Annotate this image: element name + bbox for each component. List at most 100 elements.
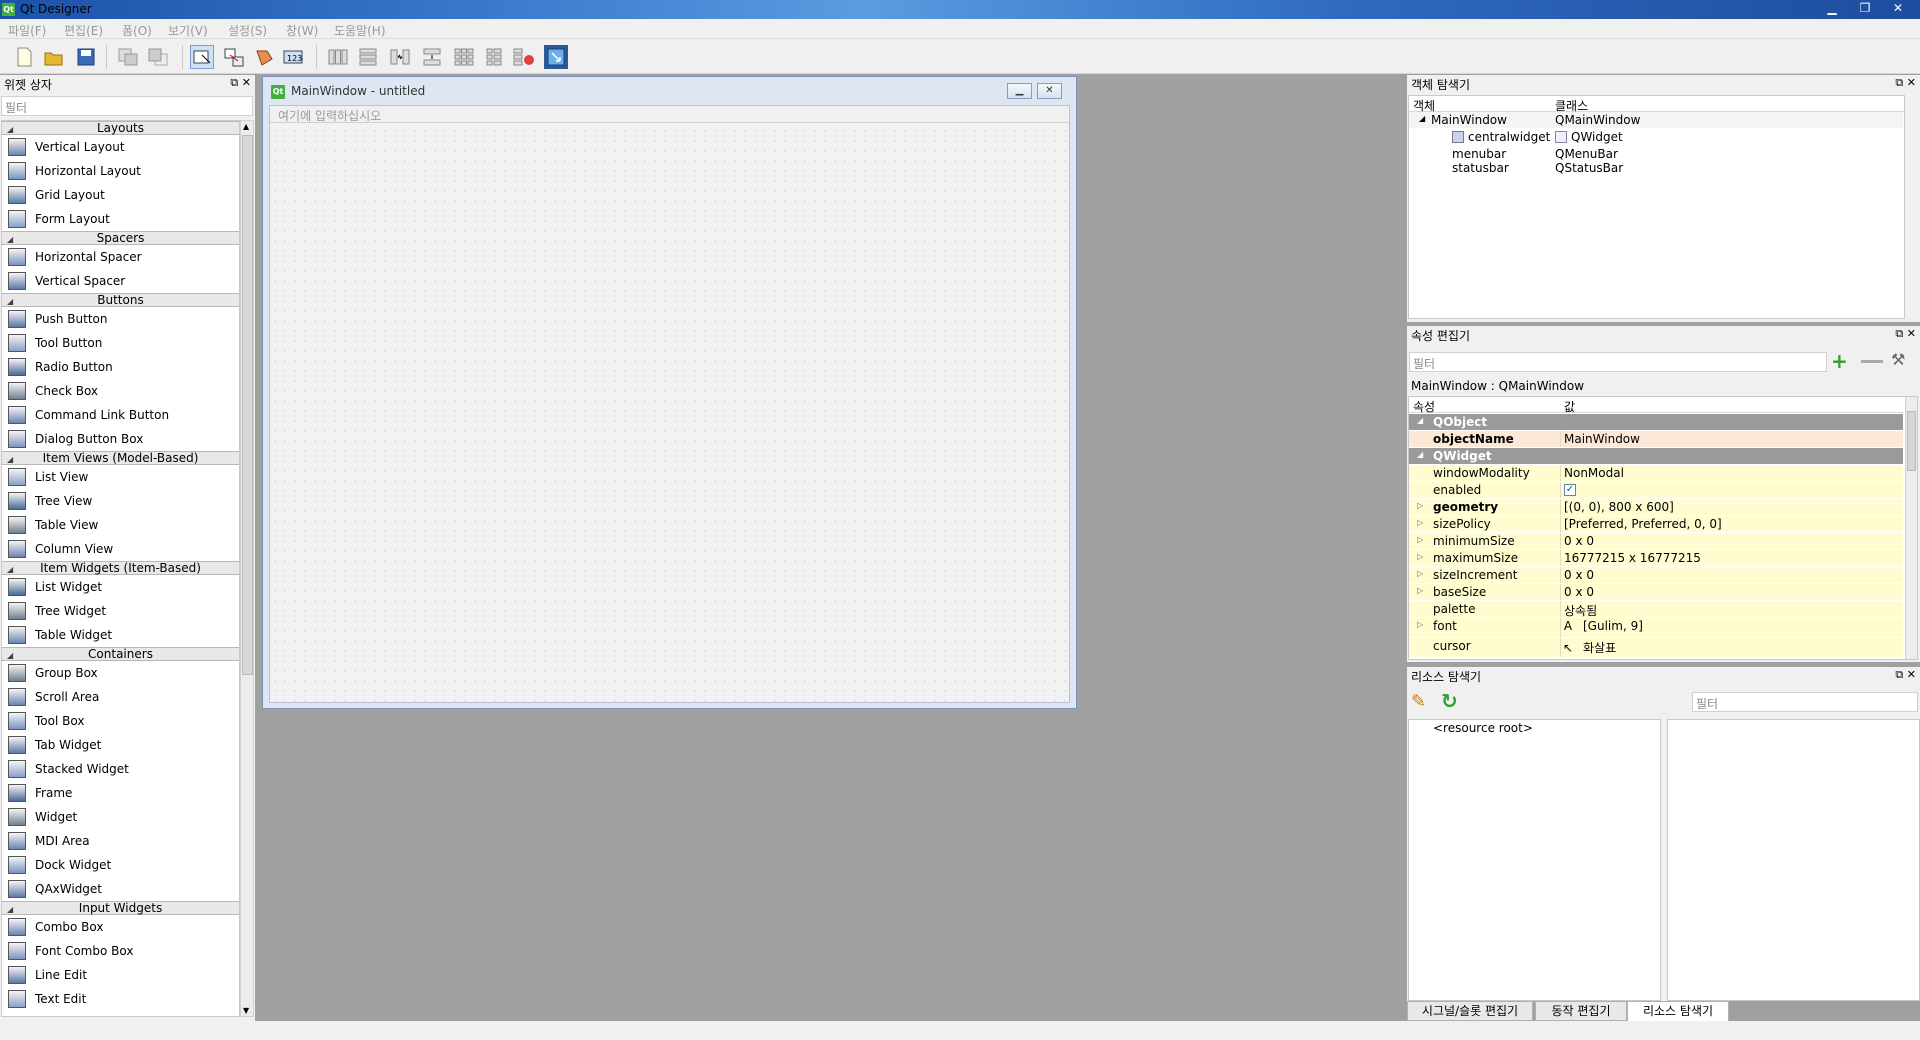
- property-value[interactable]: 상속됨: [1564, 602, 1597, 619]
- tree-row[interactable]: centralwidget QWidget: [1409, 129, 1903, 145]
- widget-item[interactable]: Widget: [2, 805, 239, 829]
- property-row-palette[interactable]: palette 상속됨: [1409, 601, 1903, 619]
- float-icon[interactable]: ⧉: [1895, 76, 1903, 89]
- widget-item[interactable]: Frame: [2, 781, 239, 805]
- bring-front-icon[interactable]: [116, 45, 140, 69]
- menu-edit[interactable]: 편집(E): [64, 22, 103, 39]
- expand-icon[interactable]: ▷: [1417, 535, 1423, 544]
- property-row-objectname[interactable]: objectName MainWindow: [1409, 431, 1903, 447]
- layout-form-icon[interactable]: [482, 45, 506, 69]
- property-value[interactable]: NonModal: [1564, 466, 1624, 480]
- edit-tab-order-icon[interactable]: 123: [282, 45, 306, 69]
- widget-item[interactable]: Horizontal Spacer: [2, 245, 239, 269]
- tab-signal-slot-editor[interactable]: 시그널/슬롯 편집기: [1407, 1001, 1533, 1021]
- widget-item[interactable]: Tool Box: [2, 709, 239, 733]
- tab-resource-browser[interactable]: 리소스 탐색기: [1627, 1001, 1729, 1021]
- resource-root[interactable]: <resource root>: [1433, 721, 1533, 735]
- widget-item[interactable]: Combo Box: [2, 915, 239, 939]
- layout-horizontal-icon[interactable]: [326, 45, 350, 69]
- property-row-cursor[interactable]: cursor ↖ 화살표: [1409, 638, 1903, 657]
- break-layout-icon[interactable]: [512, 45, 536, 69]
- form-menubar-placeholder[interactable]: 여기에 입력하십시오: [270, 106, 1069, 123]
- float-icon[interactable]: ⧉: [1895, 327, 1903, 340]
- widget-item[interactable]: Horizontal Layout: [2, 159, 239, 183]
- property-row-minimumsize[interactable]: ▷ minimumSize 0 x 0: [1409, 533, 1903, 549]
- enabled-checkbox[interactable]: ✓: [1564, 484, 1576, 496]
- close-dock-icon[interactable]: ✕: [242, 76, 251, 89]
- collapse-icon[interactable]: ◢: [7, 454, 13, 466]
- restore-button[interactable]: ❐: [1851, 0, 1879, 17]
- widget-item[interactable]: Line Edit: [2, 963, 239, 987]
- category-header[interactable]: ◢ Spacers: [2, 231, 239, 245]
- widget-item[interactable]: Text Edit: [2, 987, 239, 1011]
- layout-grid-icon[interactable]: [452, 45, 476, 69]
- property-row-windowmodality[interactable]: windowModality NonModal: [1409, 465, 1903, 481]
- expand-icon[interactable]: ▷: [1417, 552, 1423, 561]
- widget-item[interactable]: Push Button: [2, 307, 239, 331]
- widget-item[interactable]: Dialog Button Box: [2, 427, 239, 451]
- widget-item[interactable]: Tab Widget: [2, 733, 239, 757]
- expand-icon[interactable]: ▷: [1417, 518, 1423, 527]
- widget-item[interactable]: Vertical Layout: [2, 135, 239, 159]
- resource-list[interactable]: [1667, 719, 1920, 1001]
- collapse-icon[interactable]: ◢: [7, 904, 13, 916]
- widget-item[interactable]: List View: [2, 465, 239, 489]
- widget-item[interactable]: List Widget: [2, 575, 239, 599]
- collapse-icon[interactable]: ◢: [1417, 450, 1423, 459]
- widget-item[interactable]: Grid Layout: [2, 183, 239, 207]
- property-value[interactable]: 16777215 x 16777215: [1564, 551, 1701, 565]
- property-row-sizeincrement[interactable]: ▷ sizeIncrement 0 x 0: [1409, 567, 1903, 583]
- widget-item[interactable]: QAxWidget: [2, 877, 239, 901]
- collapse-icon[interactable]: ◢: [7, 234, 13, 246]
- widget-item[interactable]: Table View: [2, 513, 239, 537]
- close-dock-icon[interactable]: ✕: [1907, 76, 1916, 89]
- expand-icon[interactable]: ▷: [1417, 501, 1423, 510]
- collapse-icon[interactable]: ◢: [1417, 416, 1423, 425]
- reload-icon[interactable]: ↻: [1441, 689, 1458, 713]
- menu-window[interactable]: 창(W): [286, 22, 318, 39]
- property-value[interactable]: ↖ 화살표: [1561, 639, 1616, 656]
- layout-vertical-icon[interactable]: [356, 45, 380, 69]
- property-filter-input[interactable]: 필터: [1409, 352, 1827, 372]
- category-header[interactable]: ◢ Item Widgets (Item-Based): [2, 561, 239, 575]
- tree-row[interactable]: statusbar QStatusBar: [1409, 160, 1903, 176]
- form-close-button[interactable]: ✕: [1037, 83, 1062, 99]
- property-value[interactable]: 0 x 0: [1564, 568, 1594, 582]
- property-group-qwidget[interactable]: ◢ QWidget: [1409, 448, 1903, 464]
- widget-item[interactable]: Scroll Area: [2, 685, 239, 709]
- category-header[interactable]: ◢ Input Widgets: [2, 901, 239, 915]
- property-row-maximumsize[interactable]: ▷ maximumSize 16777215 x 16777215: [1409, 550, 1903, 566]
- new-icon[interactable]: [12, 45, 36, 69]
- close-dock-icon[interactable]: ✕: [1907, 668, 1916, 681]
- widget-item[interactable]: Stacked Widget: [2, 757, 239, 781]
- property-value[interactable]: [(0, 0), 800 x 600]: [1564, 500, 1674, 514]
- collapse-icon[interactable]: ◢: [7, 296, 13, 308]
- category-header[interactable]: ◢ Item Views (Model-Based): [2, 451, 239, 465]
- menu-settings[interactable]: 설정(S): [228, 22, 267, 39]
- widget-item[interactable]: Tree View: [2, 489, 239, 513]
- minimize-button[interactable]: ▁: [1818, 0, 1846, 17]
- property-row-sizepolicy[interactable]: ▷ sizePolicy [Preferred, Preferred, 0, 0]: [1409, 516, 1903, 532]
- close-button[interactable]: ✕: [1884, 0, 1912, 17]
- expand-icon[interactable]: ▷: [1417, 620, 1423, 629]
- float-icon[interactable]: ⧉: [230, 76, 238, 89]
- widget-item[interactable]: Tool Button: [2, 331, 239, 355]
- remove-property-icon[interactable]: [1861, 360, 1883, 363]
- widget-item[interactable]: Tree Widget: [2, 599, 239, 623]
- resource-filter-input[interactable]: 필터: [1692, 692, 1918, 712]
- edit-buddies-icon[interactable]: [252, 45, 276, 69]
- property-value[interactable]: [Preferred, Preferred, 0, 0]: [1564, 517, 1722, 531]
- resource-tree[interactable]: <resource root>: [1408, 719, 1661, 1001]
- close-dock-icon[interactable]: ✕: [1907, 327, 1916, 340]
- property-value[interactable]: A [Gulim, 9]: [1561, 619, 1643, 633]
- expand-icon[interactable]: ▷: [1417, 586, 1423, 595]
- property-row-font[interactable]: ▷ font A [Gulim, 9]: [1409, 618, 1903, 637]
- widget-item[interactable]: Column View: [2, 537, 239, 561]
- widget-item[interactable]: Font Combo Box: [2, 939, 239, 963]
- property-value[interactable]: 0 x 0: [1564, 585, 1594, 599]
- property-value[interactable]: MainWindow: [1564, 432, 1640, 446]
- widget-filter-input[interactable]: 필터: [1, 96, 253, 116]
- widget-item[interactable]: Vertical Spacer: [2, 269, 239, 293]
- layout-h-splitter-icon[interactable]: [388, 45, 412, 69]
- adjust-size-icon[interactable]: [544, 45, 568, 69]
